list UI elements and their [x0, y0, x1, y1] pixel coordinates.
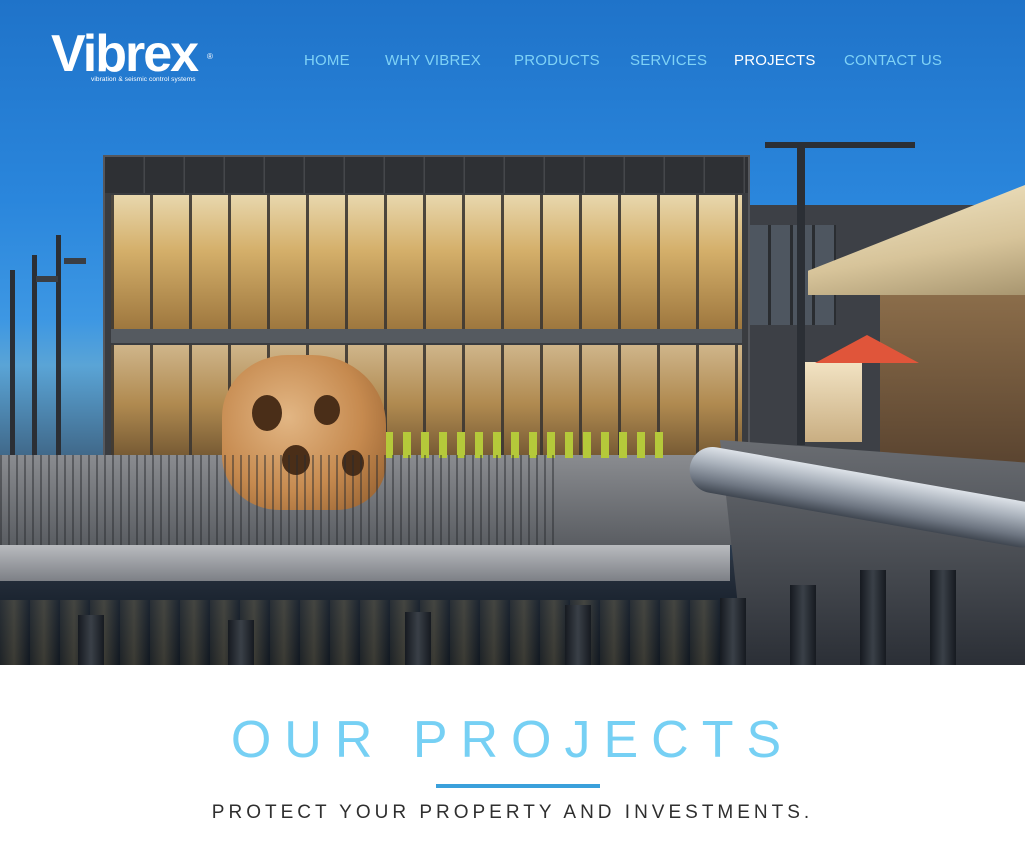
lamp-post: [32, 255, 37, 460]
page-title: OUR PROJECTS: [230, 711, 795, 769]
title-underline: [436, 784, 600, 788]
nav-projects[interactable]: PROJECTS: [734, 52, 816, 69]
deck-edge: [0, 545, 730, 581]
piling: [78, 615, 104, 665]
deck-railing: [0, 455, 560, 545]
nav-services[interactable]: SERVICES: [630, 52, 707, 69]
vibrex-logo[interactable]: Vibrex ® vibration & seismic control sys…: [51, 28, 226, 87]
nav-contact-us[interactable]: CONTACT US: [844, 52, 942, 69]
upper-windows: [111, 195, 742, 335]
glass-building: [103, 155, 750, 469]
hero-image: [0, 0, 1025, 665]
logo-tagline: vibration & seismic control systems: [91, 76, 196, 83]
page-subtitle: PROTECT YOUR PROPERTY AND INVESTMENTS.: [211, 802, 814, 823]
logo-wordmark: Vibrex: [51, 25, 199, 83]
lamp-post: [56, 235, 61, 460]
lamp-post: [10, 270, 15, 460]
registered-mark: ®: [207, 52, 213, 61]
lit-doorway: [800, 362, 862, 442]
nav-products[interactable]: PRODUCTS: [514, 52, 600, 69]
tall-light-pole: [797, 145, 805, 445]
nav-why-vibrex[interactable]: WHY VIBREX: [385, 52, 481, 69]
right-wall: [880, 295, 1025, 465]
nav-home[interactable]: HOME: [304, 52, 350, 69]
